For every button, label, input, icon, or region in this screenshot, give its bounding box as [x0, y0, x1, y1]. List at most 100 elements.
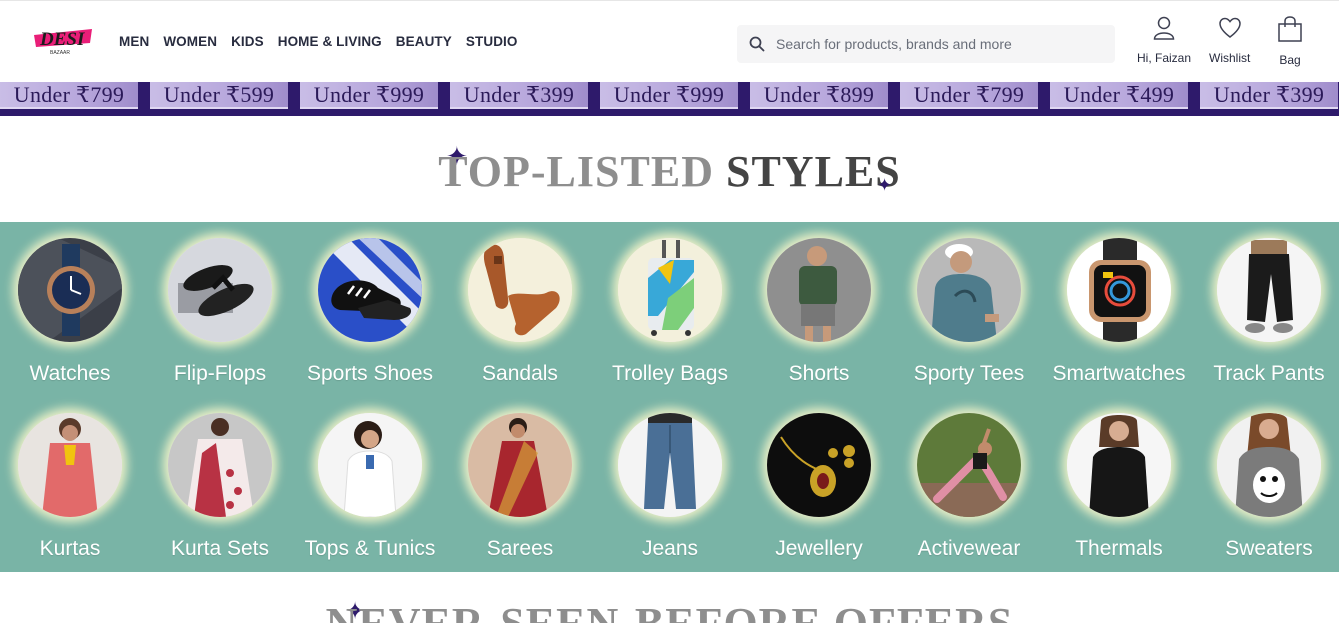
price-chip[interactable]: Under ₹899	[750, 82, 888, 109]
category-sarees[interactable]: Sarees	[445, 413, 595, 561]
price-chip[interactable]: Under ₹799	[900, 82, 1038, 109]
price-chip-label: Under ₹399	[1213, 82, 1325, 107]
category-label: Track Pants	[1213, 362, 1325, 385]
price-chip-label: Under ₹799	[13, 82, 125, 107]
category-sandals[interactable]: Sandals	[445, 238, 595, 386]
section-title-offers: NEVER-SEEN-BEFORE OFFERS	[0, 598, 1339, 623]
category-grid: Watches Flip-Flops Sports Shoes Sandals …	[0, 222, 1339, 572]
category-track-pants[interactable]: Track Pants	[1194, 238, 1339, 386]
category-image	[767, 238, 871, 342]
category-label: Jeans	[641, 537, 699, 560]
user-icon	[1153, 16, 1175, 45]
category-sports-shoes[interactable]: Sports Shoes	[295, 238, 445, 386]
category-label: Sporty Tees	[913, 362, 1025, 385]
category-image	[618, 238, 722, 342]
category-label: Thermals	[1075, 537, 1163, 560]
category-tops-tunics[interactable]: Tops & Tunics	[295, 413, 445, 561]
category-label: Sports Shoes	[306, 362, 434, 385]
search-input[interactable]	[776, 36, 1106, 52]
price-chip[interactable]: Under ₹399	[450, 82, 588, 109]
price-chip[interactable]: Under ₹999	[600, 82, 738, 109]
price-chip-label: Under ₹999	[313, 82, 425, 107]
wishlist-label: Wishlist	[1209, 51, 1251, 65]
category-image	[618, 413, 722, 517]
category-sweaters[interactable]: Sweaters	[1194, 413, 1339, 561]
category-label: Activewear	[917, 537, 1021, 560]
nav-women[interactable]: WOMEN	[163, 34, 217, 49]
svg-text:BAZAAR: BAZAAR	[50, 50, 70, 56]
bag-label: Bag	[1279, 53, 1301, 67]
category-label: Kurtas	[39, 537, 101, 560]
bag-icon	[1277, 16, 1303, 47]
category-jewellery[interactable]: Jewellery	[744, 413, 894, 561]
category-label: Sarees	[486, 537, 554, 560]
category-flip-flops[interactable]: Flip-Flops	[145, 238, 295, 386]
category-label: Sandals	[482, 362, 558, 385]
price-chip[interactable]: Under ₹399	[1200, 82, 1338, 109]
category-activewear[interactable]: Activewear	[894, 413, 1044, 561]
category-image	[168, 413, 272, 517]
nav-kids[interactable]: KIDS	[231, 34, 264, 49]
category-image	[168, 238, 272, 342]
category-image	[1067, 238, 1171, 342]
category-image	[18, 413, 122, 517]
price-chip[interactable]: Under ₹799	[0, 82, 138, 109]
category-image	[318, 238, 422, 342]
category-watches[interactable]: Watches	[0, 238, 145, 386]
category-image	[1217, 413, 1321, 517]
profile-button[interactable]: Hi, Faizan	[1137, 16, 1191, 65]
category-kurta-sets[interactable]: Kurta Sets	[145, 413, 295, 561]
category-label: Sweaters	[1225, 537, 1313, 560]
nav-studio[interactable]: STUDIO	[466, 34, 518, 49]
category-label: Trolley Bags	[612, 362, 728, 385]
title-part-light: TOP-LISTED	[438, 147, 714, 196]
price-chip[interactable]: Under ₹999	[300, 82, 438, 109]
category-image	[1217, 238, 1321, 342]
main-nav: MEN WOMEN KIDS HOME & LIVING BEAUTY STUD…	[119, 34, 532, 49]
category-shorts[interactable]: Shorts	[744, 238, 894, 386]
nav-beauty[interactable]: BEAUTY	[396, 34, 452, 49]
section-title-top-listed: TOP-LISTED STYLES	[0, 146, 1339, 197]
category-label: Watches	[29, 362, 111, 385]
category-kurtas[interactable]: Kurtas	[0, 413, 145, 561]
price-chip-label: Under ₹499	[1063, 82, 1175, 107]
price-filter-strip: Under ₹799 Under ₹599 Under ₹999 Under ₹…	[0, 82, 1339, 116]
bag-button[interactable]: Bag	[1277, 16, 1303, 67]
category-label: Tops & Tunics	[304, 537, 436, 560]
title-part-dark: STYLES	[725, 147, 901, 196]
top-header: DESI BAZAAR MEN WOMEN KIDS HOME & LIVING…	[0, 0, 1339, 82]
svg-text:DESI: DESI	[39, 29, 85, 50]
category-sporty-tees[interactable]: Sporty Tees	[894, 238, 1044, 386]
search-bar	[737, 25, 1115, 63]
category-image	[18, 238, 122, 342]
category-label: Kurta Sets	[170, 537, 270, 560]
price-chip-label: Under ₹399	[463, 82, 575, 107]
category-label: Jewellery	[775, 537, 863, 560]
price-chip-label: Under ₹599	[163, 82, 275, 107]
sparkle-icon: ✦	[877, 175, 893, 196]
wishlist-button[interactable]: Wishlist	[1209, 16, 1250, 65]
category-label: Flip-Flops	[173, 362, 267, 385]
category-trolley-bags[interactable]: Trolley Bags	[595, 238, 745, 386]
category-jeans[interactable]: Jeans	[595, 413, 745, 561]
heart-icon	[1218, 16, 1241, 45]
category-thermals[interactable]: Thermals	[1044, 413, 1194, 561]
category-image	[468, 413, 572, 517]
category-image	[468, 238, 572, 342]
category-label: Shorts	[788, 362, 850, 385]
nav-home-living[interactable]: HOME & LIVING	[278, 34, 382, 49]
category-label: Smartwatches	[1052, 362, 1186, 385]
nav-men[interactable]: MEN	[119, 34, 149, 49]
category-image	[767, 413, 871, 517]
search-icon[interactable]	[738, 36, 776, 52]
price-chip[interactable]: Under ₹599	[150, 82, 288, 109]
category-image	[318, 413, 422, 517]
price-chip-label: Under ₹899	[763, 82, 875, 107]
category-smartwatches[interactable]: Smartwatches	[1044, 238, 1194, 386]
price-chip-label: Under ₹799	[913, 82, 1025, 107]
price-chip-label: Under ₹999	[613, 82, 725, 107]
brand-logo[interactable]: DESI BAZAAR	[30, 25, 96, 57]
price-chip[interactable]: Under ₹499	[1050, 82, 1188, 109]
profile-label: Hi, Faizan	[1137, 51, 1192, 65]
category-image	[917, 238, 1021, 342]
